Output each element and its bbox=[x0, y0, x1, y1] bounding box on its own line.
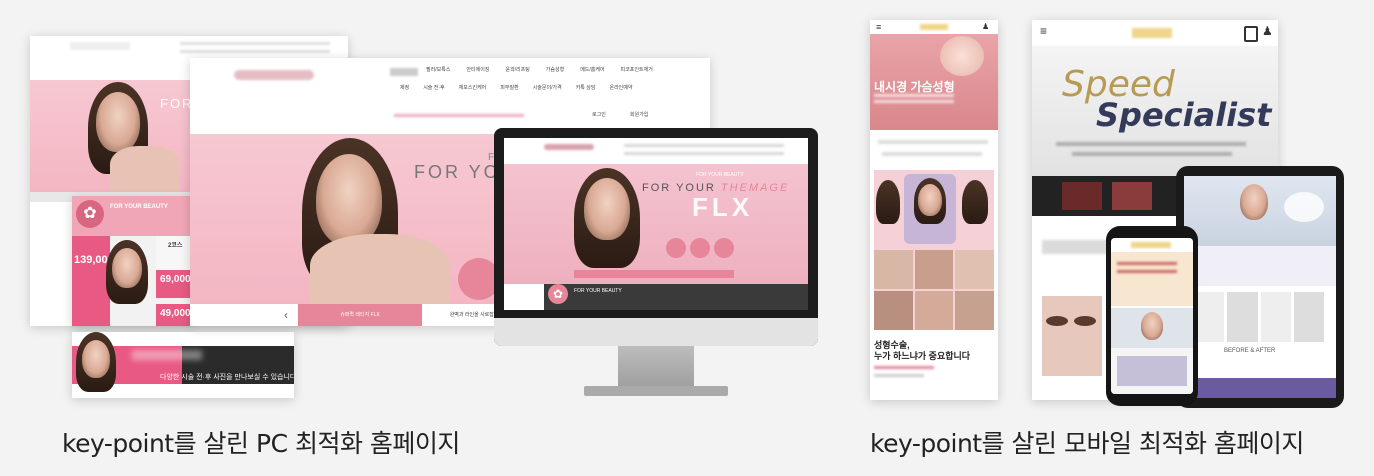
logo bbox=[234, 70, 314, 80]
nav-item[interactable]: 시술문의/가격 bbox=[533, 84, 562, 96]
price-2: 69,000 bbox=[160, 274, 191, 285]
user-icon[interactable]: ♟ bbox=[982, 22, 989, 31]
nav-item[interactable]: 온라인예약 bbox=[609, 84, 632, 96]
menu-icon[interactable]: ≡ bbox=[876, 22, 881, 32]
tablet-title-2: Specialist bbox=[1096, 96, 1272, 134]
prev-arrow-icon[interactable]: ‹ bbox=[284, 308, 288, 322]
banner-text: 다양한 시술 전·후 사진을 만나보실 수 있습니다 bbox=[160, 374, 294, 381]
mobile-hero-title: 내시경 가슴성형 bbox=[874, 80, 955, 94]
before-after-banner[interactable]: 다양한 시술 전·후 사진을 만나보실 수 있습니다 bbox=[72, 332, 294, 398]
ipad-device: BEFORE & AFTER bbox=[1176, 166, 1344, 408]
pc-caption: key-point를 살린 PC 최적화 홈페이지 bbox=[62, 429, 460, 458]
login-link[interactable]: 로그인 bbox=[592, 111, 606, 118]
mobile-caption: key-point를 살린 모바일 최적화 홈페이지 bbox=[870, 429, 1304, 458]
monitor-promo-beauty: FOR YOUR BEAUTY bbox=[574, 288, 622, 294]
tab-active[interactable]: 슈퍼퀵 레티지 FLX bbox=[298, 304, 422, 326]
nav-item[interactable]: 제정 bbox=[400, 84, 409, 96]
flower-icon: ✿ bbox=[548, 284, 568, 304]
tablet-menu-icon[interactable]: ≡ bbox=[1040, 24, 1047, 38]
iphone-device bbox=[1106, 226, 1198, 406]
join-link[interactable]: 회원가입 bbox=[630, 111, 648, 118]
camera-icon[interactable] bbox=[1244, 26, 1258, 42]
monitor-hero-big: FLX bbox=[692, 192, 754, 222]
nav-item[interactable]: 시술 전·후 bbox=[423, 84, 444, 96]
flower-icon: ✿ bbox=[76, 200, 104, 228]
mobile-bottom-title-2: 누가 하느냐가 중요합니다 bbox=[874, 351, 971, 361]
ipad-footer-label: BEFORE & AFTER bbox=[1224, 348, 1276, 354]
user-icon[interactable]: ♟ bbox=[1262, 24, 1273, 38]
nav-item[interactable]: 카톡 상담 bbox=[576, 84, 596, 96]
nav-item[interactable]: 윤곽/리프팅 bbox=[505, 66, 529, 78]
nav-row-1: 필러/보톡스 안티에이징 윤곽/리프팅 가슴성형 메드/홈케어 피코포인트재거 bbox=[426, 66, 706, 78]
nav-item[interactable]: 메드/홈케어 bbox=[580, 66, 604, 78]
mobile-left-screenshot: ≡ ♟ 내시경 가슴성형 성형수술, 누가 하느냐가 중요합니다 bbox=[870, 20, 998, 400]
promo-card: ✿ FOR YOUR BEAUTY 139,000 2코스 69,000 49,… bbox=[72, 196, 194, 326]
nav-item[interactable]: 피부질환 bbox=[500, 84, 518, 96]
promo-beauty-label: FOR YOUR BEAUTY bbox=[110, 204, 168, 210]
nav-item[interactable]: 재모스킨케어 bbox=[459, 84, 487, 96]
course-label: 2코스 bbox=[168, 243, 183, 249]
nav-item[interactable]: 피코포인트재거 bbox=[621, 66, 653, 78]
nav-item[interactable]: 안티에이징 bbox=[466, 66, 489, 78]
monitor-beauty: FOR YOUR BEAUTY bbox=[696, 172, 744, 178]
nav-item[interactable]: 필러/보톡스 bbox=[426, 66, 450, 78]
price-3: 49,000 bbox=[160, 308, 191, 319]
desktop-monitor: FOR YOUR BEAUTY FOR YOUR THEMAGE FLX ✿ F… bbox=[494, 128, 818, 402]
nav-row-2: 제정 시술 전·후 재모스킨케어 피부질환 시술문의/가격 카톡 상담 온라인예… bbox=[400, 84, 700, 96]
nav-item[interactable]: 가슴성형 bbox=[546, 66, 564, 78]
